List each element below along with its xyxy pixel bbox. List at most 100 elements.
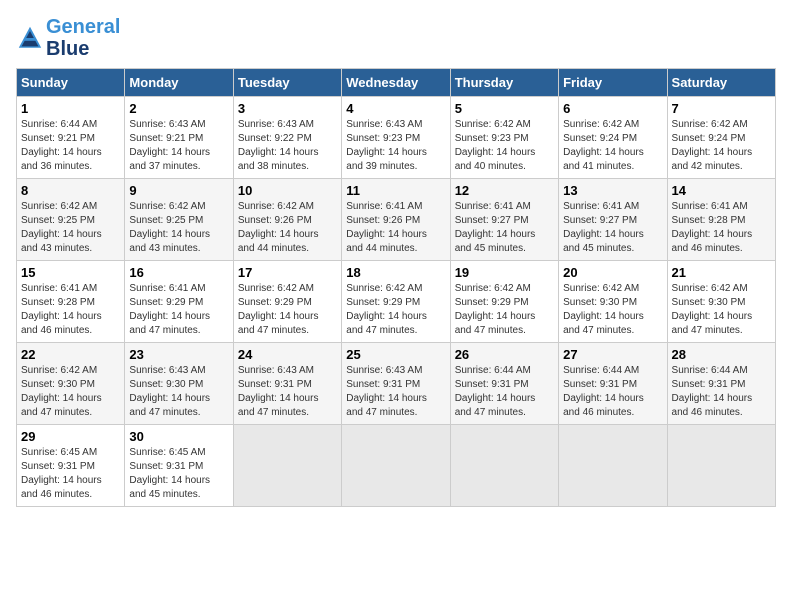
day-number: 4 (346, 101, 445, 116)
day-number: 14 (672, 183, 771, 198)
day-info: Sunrise: 6:43 AMSunset: 9:21 PMDaylight:… (129, 118, 228, 174)
day-number: 29 (21, 429, 120, 444)
day-info: Sunrise: 6:42 AMSunset: 9:29 PMDaylight:… (346, 282, 445, 338)
day-number: 22 (21, 347, 120, 362)
day-number: 11 (346, 183, 445, 198)
day-info: Sunrise: 6:41 AMSunset: 9:27 PMDaylight:… (455, 200, 554, 256)
day-number: 19 (455, 265, 554, 280)
calendar-cell: 21 Sunrise: 6:42 AMSunset: 9:30 PMDayligh… (667, 261, 775, 343)
day-info: Sunrise: 6:42 AMSunset: 9:24 PMDaylight:… (563, 118, 662, 174)
calendar-cell: 15 Sunrise: 6:41 AMSunset: 9:28 PMDayligh… (17, 261, 125, 343)
calendar-cell (559, 425, 667, 507)
day-number: 24 (238, 347, 337, 362)
calendar-cell: 29 Sunrise: 6:45 AMSunset: 9:31 PMDayligh… (17, 425, 125, 507)
day-info: Sunrise: 6:44 AMSunset: 9:31 PMDaylight:… (455, 364, 554, 420)
calendar-cell: 7 Sunrise: 6:42 AMSunset: 9:24 PMDaylight… (667, 97, 775, 179)
weekday-header: Friday (559, 69, 667, 97)
calendar-cell: 17 Sunrise: 6:42 AMSunset: 9:29 PMDayligh… (233, 261, 341, 343)
day-number: 18 (346, 265, 445, 280)
calendar-cell: 22 Sunrise: 6:42 AMSunset: 9:30 PMDayligh… (17, 343, 125, 425)
day-number: 20 (563, 265, 662, 280)
day-number: 9 (129, 183, 228, 198)
day-number: 28 (672, 347, 771, 362)
calendar-cell: 8Sunrise: 6:42 AMSunset: 9:25 PMDaylight… (17, 179, 125, 261)
day-number: 2 (129, 101, 228, 116)
day-info: Sunrise: 6:43 AMSunset: 9:30 PMDaylight:… (129, 364, 228, 420)
day-info: Sunrise: 6:45 AMSunset: 9:31 PMDaylight:… (21, 446, 120, 502)
day-info: Sunrise: 6:43 AMSunset: 9:22 PMDaylight:… (238, 118, 337, 174)
day-info: Sunrise: 6:42 AMSunset: 9:29 PMDaylight:… (238, 282, 337, 338)
day-number: 30 (129, 429, 228, 444)
day-number: 27 (563, 347, 662, 362)
day-info: Sunrise: 6:42 AMSunset: 9:30 PMDaylight:… (563, 282, 662, 338)
day-number: 5 (455, 101, 554, 116)
calendar-cell: 2 Sunrise: 6:43 AMSunset: 9:21 PMDaylight… (125, 97, 233, 179)
calendar-cell: 20 Sunrise: 6:42 AMSunset: 9:30 PMDayligh… (559, 261, 667, 343)
day-number: 12 (455, 183, 554, 198)
calendar-cell: 6 Sunrise: 6:42 AMSunset: 9:24 PMDaylight… (559, 97, 667, 179)
day-number: 7 (672, 101, 771, 116)
calendar-cell: 25 Sunrise: 6:43 AMSunset: 9:31 PMDayligh… (342, 343, 450, 425)
logo-text: GeneralBlue (46, 16, 120, 60)
day-info: Sunrise: 6:42 AMSunset: 9:25 PMDaylight:… (129, 200, 228, 256)
weekday-header-row: SundayMondayTuesdayWednesdayThursdayFrid… (17, 69, 776, 97)
day-info: Sunrise: 6:43 AMSunset: 9:31 PMDaylight:… (346, 364, 445, 420)
calendar-cell: 30Sunrise: 6:45 AMSunset: 9:31 PMDayligh… (125, 425, 233, 507)
calendar-cell: 23 Sunrise: 6:43 AMSunset: 9:30 PMDayligh… (125, 343, 233, 425)
weekday-header: Tuesday (233, 69, 341, 97)
day-number: 21 (672, 265, 771, 280)
calendar-table: SundayMondayTuesdayWednesdayThursdayFrid… (16, 68, 776, 507)
day-number: 17 (238, 265, 337, 280)
calendar-cell (342, 425, 450, 507)
day-info: Sunrise: 6:41 AMSunset: 9:26 PMDaylight:… (346, 200, 445, 256)
day-info: Sunrise: 6:42 AMSunset: 9:30 PMDaylight:… (21, 364, 120, 420)
calendar-cell: 10Sunrise: 6:42 AMSunset: 9:26 PMDayligh… (233, 179, 341, 261)
calendar-cell: 3Sunrise: 6:43 AMSunset: 9:22 PMDaylight… (233, 97, 341, 179)
calendar-cell: 9 Sunrise: 6:42 AMSunset: 9:25 PMDaylight… (125, 179, 233, 261)
logo: GeneralBlue (16, 16, 120, 60)
day-info: Sunrise: 6:43 AMSunset: 9:23 PMDaylight:… (346, 118, 445, 174)
logo-icon (16, 24, 44, 52)
day-info: Sunrise: 6:42 AMSunset: 9:29 PMDaylight:… (455, 282, 554, 338)
weekday-header: Saturday (667, 69, 775, 97)
calendar-cell (233, 425, 341, 507)
day-info: Sunrise: 6:42 AMSunset: 9:30 PMDaylight:… (672, 282, 771, 338)
calendar-cell: 18 Sunrise: 6:42 AMSunset: 9:29 PMDayligh… (342, 261, 450, 343)
calendar-cell (450, 425, 558, 507)
day-info: Sunrise: 6:41 AMSunset: 9:29 PMDaylight:… (129, 282, 228, 338)
day-info: Sunrise: 6:42 AMSunset: 9:24 PMDaylight:… (672, 118, 771, 174)
calendar-cell (667, 425, 775, 507)
page-header: GeneralBlue (16, 16, 776, 60)
day-info: Sunrise: 6:44 AMSunset: 9:31 PMDaylight:… (563, 364, 662, 420)
day-info: Sunrise: 6:43 AMSunset: 9:31 PMDaylight:… (238, 364, 337, 420)
day-number: 15 (21, 265, 120, 280)
weekday-header: Monday (125, 69, 233, 97)
day-info: Sunrise: 6:41 AMSunset: 9:27 PMDaylight:… (563, 200, 662, 256)
day-number: 13 (563, 183, 662, 198)
calendar-cell: 24 Sunrise: 6:43 AMSunset: 9:31 PMDayligh… (233, 343, 341, 425)
day-number: 16 (129, 265, 228, 280)
calendar-cell: 16 Sunrise: 6:41 AMSunset: 9:29 PMDayligh… (125, 261, 233, 343)
weekday-header: Sunday (17, 69, 125, 97)
calendar-cell: 13 Sunrise: 6:41 AMSunset: 9:27 PMDayligh… (559, 179, 667, 261)
calendar-cell: 4 Sunrise: 6:43 AMSunset: 9:23 PMDaylight… (342, 97, 450, 179)
day-info: Sunrise: 6:41 AMSunset: 9:28 PMDaylight:… (672, 200, 771, 256)
calendar-cell: 12 Sunrise: 6:41 AMSunset: 9:27 PMDayligh… (450, 179, 558, 261)
day-number: 6 (563, 101, 662, 116)
day-number: 8 (21, 183, 120, 198)
calendar-cell: 26 Sunrise: 6:44 AMSunset: 9:31 PMDayligh… (450, 343, 558, 425)
calendar-cell: 28 Sunrise: 6:44 AMSunset: 9:31 PMDayligh… (667, 343, 775, 425)
day-number: 1 (21, 101, 120, 116)
weekday-header: Thursday (450, 69, 558, 97)
calendar-cell: 1 Sunrise: 6:44 AMSunset: 9:21 PMDaylight… (17, 97, 125, 179)
day-info: Sunrise: 6:44 AMSunset: 9:31 PMDaylight:… (672, 364, 771, 420)
calendar-cell: 27 Sunrise: 6:44 AMSunset: 9:31 PMDayligh… (559, 343, 667, 425)
day-info: Sunrise: 6:41 AMSunset: 9:28 PMDaylight:… (21, 282, 120, 338)
calendar-cell: 11 Sunrise: 6:41 AMSunset: 9:26 PMDayligh… (342, 179, 450, 261)
day-number: 10 (238, 183, 337, 198)
day-info: Sunrise: 6:44 AMSunset: 9:21 PMDaylight:… (21, 118, 120, 174)
day-number: 25 (346, 347, 445, 362)
day-number: 23 (129, 347, 228, 362)
day-number: 26 (455, 347, 554, 362)
weekday-header: Wednesday (342, 69, 450, 97)
